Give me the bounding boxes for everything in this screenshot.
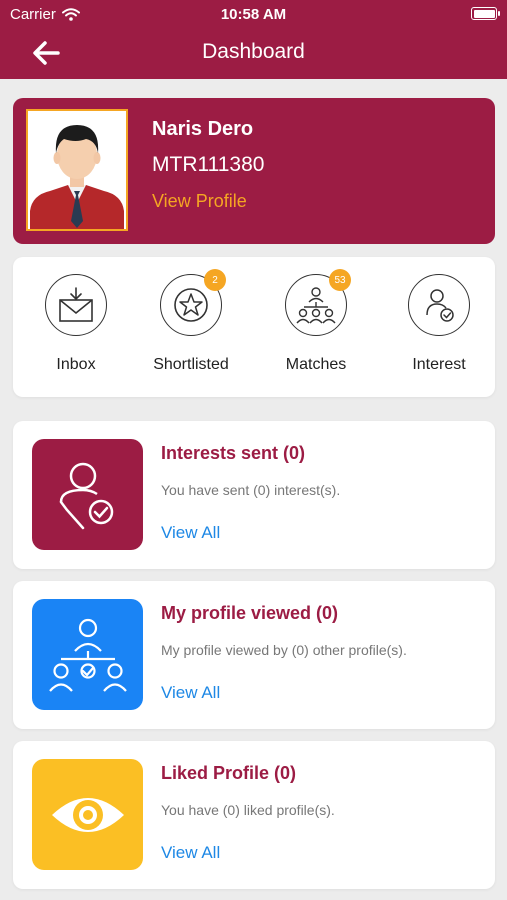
status-bar: Carrier 10:58 AM	[0, 0, 507, 28]
interests-sent-title: Interests sent (0)	[161, 443, 306, 463]
shortlisted-badge: 2	[204, 269, 226, 291]
interests-sent-tile	[32, 439, 143, 550]
matches-network-icon	[296, 287, 336, 324]
quick-actions-panel: Inbox 2 Shortlisted 53 Matches Interest	[13, 257, 495, 397]
inbox-label: Inbox	[56, 356, 96, 373]
profile-network-icon	[48, 618, 127, 692]
profile-viewed-desc: My profile viewed by (0) other profile(s…	[161, 642, 407, 658]
profile-name: Naris Dero	[152, 118, 254, 140]
liked-profile-card[interactable]: Liked Profile (0) You have (0) liked pro…	[13, 741, 495, 889]
shortlisted-button[interactable]: 2 Shortlisted	[131, 269, 251, 374]
profile-card: Naris Dero MTR111380 View Profile	[13, 98, 495, 244]
view-profile-link[interactable]: View Profile	[152, 191, 247, 212]
shortlisted-circle: 2	[160, 269, 226, 336]
app-header: Carrier 10:58 AM Dashboard	[0, 0, 507, 79]
matches-badge: 53	[329, 269, 351, 291]
profile-viewed-title: My profile viewed (0)	[161, 603, 339, 623]
profile-viewed-card[interactable]: My profile viewed (0) My profile viewed …	[13, 581, 495, 729]
matches-button[interactable]: 53 Matches	[256, 269, 376, 374]
liked-profile-tile	[32, 759, 143, 870]
profile-viewed-tile	[32, 599, 143, 710]
star-icon	[174, 288, 208, 322]
eye-icon	[51, 797, 124, 832]
battery-icon	[471, 7, 500, 20]
inbox-circle	[45, 274, 107, 336]
interest-button[interactable]: Interest	[379, 274, 499, 374]
interests-sent-view-all-link[interactable]: View All	[161, 523, 220, 543]
inbox-mail-icon	[59, 287, 93, 322]
user-avatar-icon	[28, 111, 126, 229]
inbox-button[interactable]: Inbox	[16, 274, 136, 374]
avatar	[26, 109, 128, 231]
user-check-icon	[59, 462, 113, 529]
matches-circle: 53	[285, 269, 351, 336]
profile-viewed-view-all-link[interactable]: View All	[161, 683, 220, 703]
shortlisted-label: Shortlisted	[153, 356, 229, 373]
liked-profile-title: Liked Profile (0)	[161, 763, 297, 783]
interests-sent-card[interactable]: Interests sent (0) You have sent (0) int…	[13, 421, 495, 569]
interest-circle	[408, 274, 470, 336]
matches-label: Matches	[285, 356, 347, 373]
page-title: Dashboard	[202, 40, 305, 63]
liked-profile-desc: You have (0) liked profile(s).	[161, 802, 335, 818]
interests-sent-desc: You have sent (0) interest(s).	[161, 482, 341, 498]
interest-label: Interest	[412, 356, 466, 373]
interest-user-check-icon	[426, 289, 454, 322]
status-time: 10:58 AM	[220, 6, 287, 23]
profile-id: MTR111380	[152, 153, 265, 176]
liked-profile-view-all-link[interactable]: View All	[161, 843, 220, 863]
